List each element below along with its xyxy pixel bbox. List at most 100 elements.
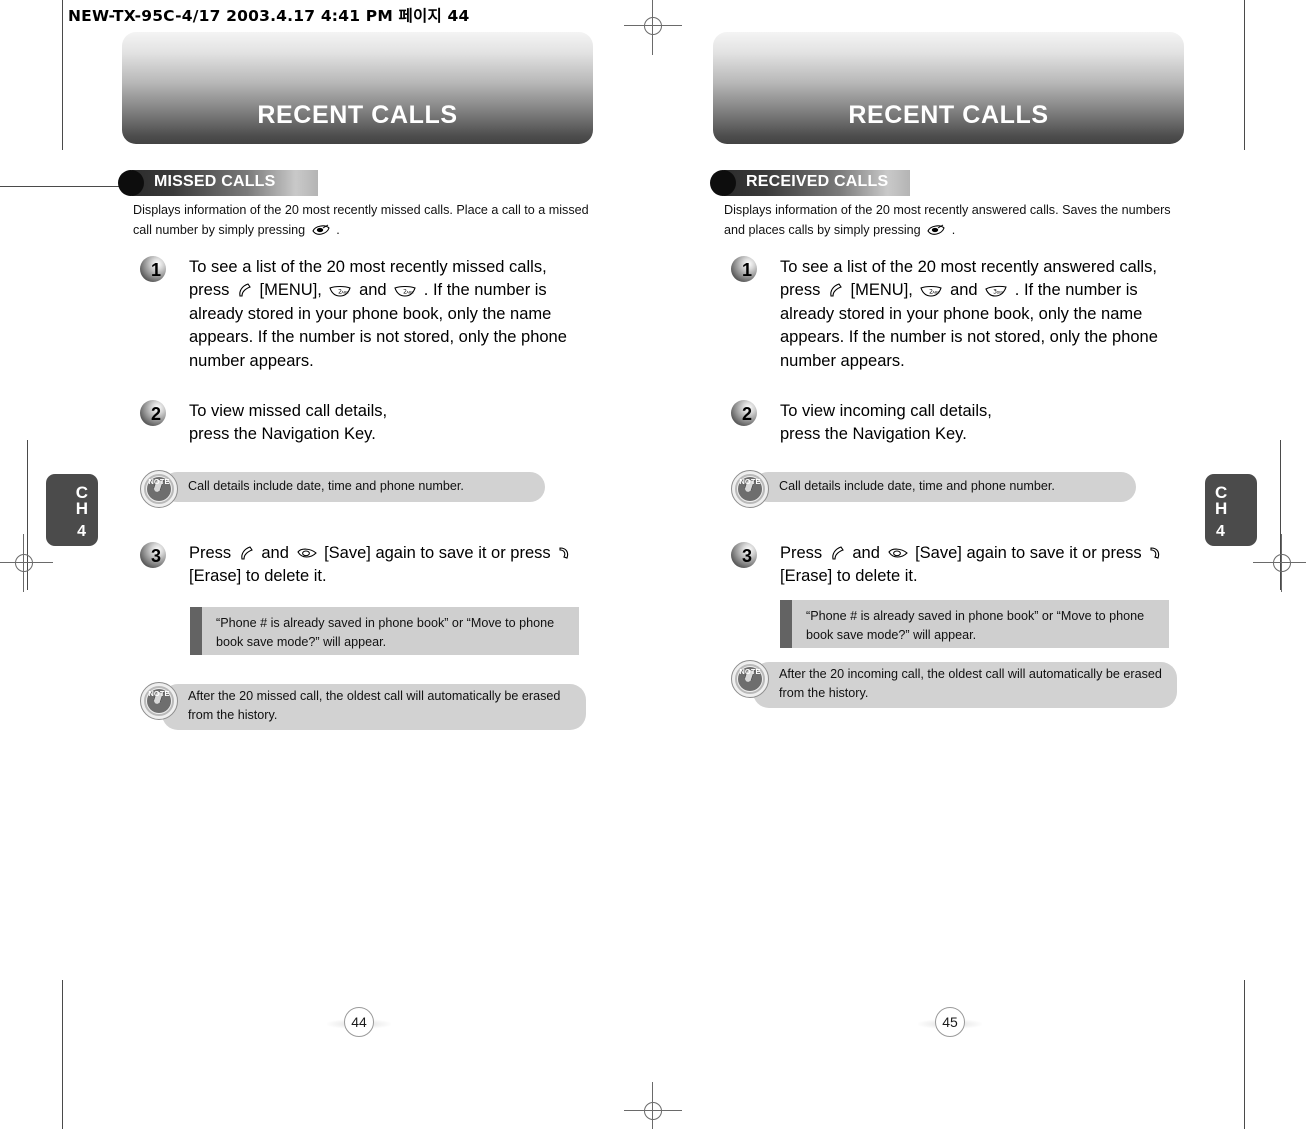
step-1-badge: 1 (140, 256, 170, 284)
note-icon: NOTE (140, 470, 178, 508)
keypad-2abc-icon: 2 ABC (920, 286, 943, 297)
step-1-text-b: [MENU], (850, 281, 913, 300)
section-intro-text: Displays information of the 20 most rece… (133, 203, 589, 237)
note-call-details: NOTE Call details include date, time and… (731, 470, 1136, 508)
note-text: After the 20 missed call, the oldest cal… (188, 689, 561, 722)
step-3-badge: 3 (731, 542, 761, 570)
step-2-badge: 2 (731, 400, 761, 428)
step-3-text-d: [Erase] to delete it. (189, 567, 327, 586)
page-title: RECENT CALLS (257, 101, 458, 129)
chapter-tab-number: 4 (77, 523, 86, 540)
step-1-text-b: [MENU], (259, 281, 322, 300)
svg-text:ABC: ABC (342, 291, 350, 295)
step-1-badge: 1 (731, 256, 761, 284)
svg-text:ABC: ABC (407, 291, 415, 295)
section-bullet-icon (118, 170, 144, 196)
step-3-number: 3 (151, 546, 162, 566)
step-2-number: 2 (742, 404, 753, 424)
step-3-text-b: and (852, 544, 880, 562)
page-banner: RECENT CALLS (713, 32, 1184, 144)
menu-softkey-icon (239, 283, 251, 297)
step-2-badge: 2 (140, 400, 170, 428)
section-header-label: MISSED CALLS (154, 173, 276, 190)
step-1-text: To see a list of the 20 most recently an… (780, 256, 1180, 373)
step-1-number: 1 (742, 260, 753, 280)
save-softkey-icon (887, 548, 908, 558)
keypad-3def-icon: 3 DEF (985, 286, 1007, 297)
note-history-limit: NOTE After the 20 missed call, the oldes… (140, 682, 586, 730)
note-text: After the 20 incoming call, the oldest c… (779, 667, 1162, 700)
step-1-text-c: and (950, 281, 978, 300)
keypad-2abc-icon: 2 ABC (329, 286, 352, 297)
note-call-details: NOTE Call details include date, time and… (140, 470, 545, 508)
note-badge-label: NOTE (148, 477, 170, 486)
tip-accent-bar (780, 600, 792, 648)
svg-text:ABC: ABC (933, 291, 941, 295)
step-3-text-a: Press (189, 544, 232, 562)
erase-softkey-icon (1150, 547, 1160, 559)
send-key-icon (927, 224, 945, 235)
section-header-missed-calls: MISSED CALLS (118, 170, 318, 196)
step-3-text: Press and [Save] again to save it or pre… (189, 542, 589, 589)
note-badge-label: NOTE (739, 477, 761, 486)
note-badge-label: NOTE (739, 667, 761, 676)
step-2-text-a: To view missed call details, (189, 402, 388, 420)
step-1-number: 1 (151, 260, 162, 280)
tip-box: “Phone # is already saved in phone book”… (190, 607, 579, 655)
menu-softkey-icon (832, 546, 844, 560)
menu-softkey-icon (830, 283, 842, 297)
step-3-text-c: [Save] again to save it or press (324, 544, 551, 562)
section-intro-tail: . (951, 222, 956, 237)
page-title: RECENT CALLS (848, 101, 1049, 129)
step-2-text-a: To view incoming call details, (780, 402, 992, 420)
step-2-number: 2 (151, 404, 162, 424)
step-1-text-c: and (359, 281, 387, 300)
save-softkey-icon (296, 548, 317, 558)
note-text: Call details include date, time and phon… (779, 479, 1055, 493)
step-2-text-b: press the Navigation Key. (189, 425, 376, 444)
section-intro: Displays information of the 20 most rece… (133, 201, 595, 240)
note-badge-label: NOTE (148, 689, 170, 698)
step-2-text: To view missed call details, press the N… (189, 400, 589, 447)
page-number: 44 (351, 1014, 367, 1030)
chapter-tab-h: H (75, 499, 88, 518)
left-page: RECENT CALLS MISSED CALLS Displays infor… (0, 0, 653, 1129)
step-3-number: 3 (742, 546, 753, 566)
step-2-text-b: press the Navigation Key. (780, 425, 967, 444)
note-icon: NOTE (140, 682, 178, 720)
page-banner: RECENT CALLS (122, 32, 593, 144)
svg-text:DEF: DEF (997, 291, 1004, 295)
note-text: Call details include date, time and phon… (188, 479, 464, 493)
keypad-2abc-icon: 2 ABC (394, 286, 416, 297)
section-header-received-calls: RECEIVED CALLS (710, 170, 910, 196)
step-3-text-d: [Erase] to delete it. (780, 567, 918, 586)
step-3-text: Press and [Save] again to save it or pre… (780, 542, 1180, 589)
note-icon: NOTE (731, 470, 769, 508)
tip-text: “Phone # is already saved in phone book”… (216, 616, 555, 649)
section-intro: Displays information of the 20 most rece… (724, 201, 1176, 240)
note-icon: NOTE (731, 660, 769, 698)
step-3-badge: 3 (140, 542, 170, 570)
chapter-tab-number: 4 (1216, 523, 1225, 540)
section-bullet-icon (710, 170, 736, 196)
chapter-tab-h: H (1215, 499, 1228, 518)
erase-softkey-icon (559, 547, 569, 559)
manual-spread: NEW-TX-95C-4/17 2003.4.17 4:41 PM 페이지 44… (0, 0, 1306, 1129)
tip-accent-bar (190, 607, 202, 655)
tip-text: “Phone # is already saved in phone book”… (806, 609, 1145, 642)
chapter-tab-right: C H 4 (1205, 474, 1257, 546)
tip-box: “Phone # is already saved in phone book”… (780, 600, 1169, 648)
page-folio: 44 (327, 1007, 391, 1041)
right-page: RECENT CALLS RECEIVED CALLS Displays inf… (653, 0, 1306, 1129)
section-intro-text: Displays information of the 20 most rece… (724, 203, 1171, 237)
step-3-text-a: Press (780, 544, 823, 562)
page-number: 45 (942, 1014, 958, 1030)
step-3-text-b: and (261, 544, 289, 562)
send-key-icon (312, 224, 330, 235)
step-2-text: To view incoming call details, press the… (780, 400, 1180, 447)
section-intro-tail: . (336, 222, 340, 237)
menu-softkey-icon (241, 546, 253, 560)
step-3-text-c: [Save] again to save it or press (915, 544, 1142, 562)
note-history-limit: NOTE After the 20 incoming call, the old… (731, 660, 1177, 708)
page-folio: 45 (918, 1007, 982, 1041)
